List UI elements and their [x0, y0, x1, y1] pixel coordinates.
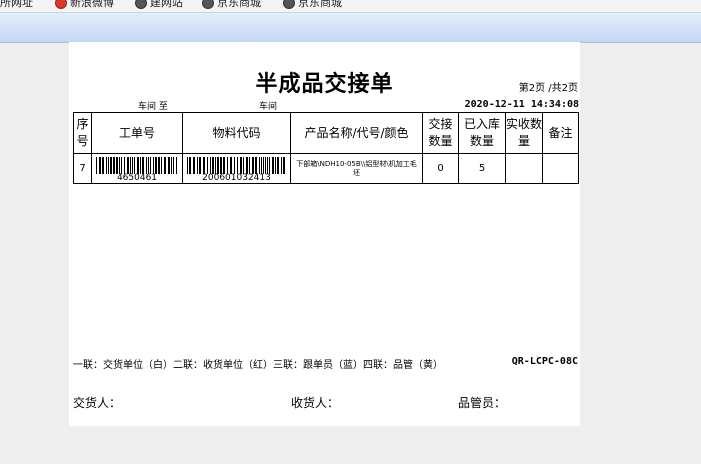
cell-handover-qty: 0 [422, 153, 459, 184]
table-header-row: 序号 工单号 物料代码 产品名称/代号/颜色 交接数量 已入库数量 实收数量 备… [73, 112, 579, 154]
ie-icon [202, 0, 214, 9]
cell-remark [542, 153, 579, 184]
barcode-material-code [186, 156, 285, 174]
col-header-received-qty: 实收数量 [505, 112, 543, 154]
signature-receiver: 收货人： [291, 396, 340, 410]
ie-icon [135, 0, 147, 9]
signature-qc: 品管员： [458, 396, 507, 410]
col-header-material-code: 物料代码 [182, 112, 291, 154]
print-datetime: 2020-12-11 14:34:08 [464, 99, 579, 110]
col-header-work-order: 工单号 [91, 112, 183, 154]
col-header-product-name: 产品名称/代号/颜色 [290, 112, 423, 154]
favorite-link-jd-1[interactable]: 京东商城 [202, 0, 261, 10]
cell-stored-qty: 5 [458, 153, 506, 184]
favorite-link-2[interactable]: 建网站 [135, 0, 183, 10]
favorite-label: 建网站 [150, 0, 183, 9]
favorite-label: 所网址 [0, 0, 33, 9]
barcode-work-order [96, 156, 177, 174]
material-code-number: 200601032413 [202, 172, 271, 183]
favorite-link-weibo[interactable]: 新浪微博 [55, 0, 114, 10]
document-code: QR-LCPC-08C [511, 356, 578, 367]
cell-seq: 7 [73, 153, 92, 184]
favorite-link-0[interactable]: 所网址 [0, 0, 33, 10]
workshop-label: 车间 至 [138, 102, 168, 112]
product-name-text: 下部箱\NDH10-05B\\铝型材\机加工毛坯 [296, 159, 417, 177]
handover-table: 序号 工单号 物料代码 产品名称/代号/颜色 交接数量 已入库数量 实收数量 备… [73, 112, 579, 184]
col-header-remark: 备注 [542, 112, 579, 154]
work-order-number: 4650461 [116, 172, 158, 183]
col-header-handover-qty: 交接数量 [422, 112, 459, 154]
favorite-label: 新浪微博 [70, 0, 114, 9]
favorite-link-jd-2[interactable]: 京东商城 [283, 0, 342, 10]
print-preview-page: 半成品交接单 第2页 /共2页 车间 至 车间 2020-12-11 14:34… [69, 42, 580, 426]
favorite-label: 京东商城 [298, 0, 342, 9]
copy-distribution-note: 一联：交货单位（白）二联：收货单位（红）三联：跟单员（蓝）四联：品管（黄） [73, 360, 443, 371]
ie-icon [283, 0, 295, 9]
page-info: 第2页 /共2页 [518, 83, 578, 94]
favorite-label: 京东商城 [217, 0, 261, 9]
weibo-icon [55, 0, 67, 9]
toolbar-band [0, 13, 701, 43]
col-header-stored-qty: 已入库数量 [458, 112, 506, 154]
cell-material-code: 200601032413 [182, 153, 291, 184]
col-header-seq: 序号 [73, 112, 92, 154]
signature-deliverer: 交货人： [73, 396, 122, 410]
favorites-bar: 所网址 新浪微博 建网站 京东商城 京东商城 [0, 0, 701, 13]
cell-received-qty [505, 153, 543, 184]
cell-work-order: 4650461 [91, 153, 183, 184]
table-row: 7 4650461 200601032413 下部箱\NDH10-05B\\铝型… [73, 153, 579, 184]
cell-product-name: 下部箱\NDH10-05B\\铝型材\机加工毛坯 [290, 153, 423, 184]
workshop-to-label: 车间 [259, 102, 278, 112]
form-title: 半成品交接单 [255, 71, 394, 97]
